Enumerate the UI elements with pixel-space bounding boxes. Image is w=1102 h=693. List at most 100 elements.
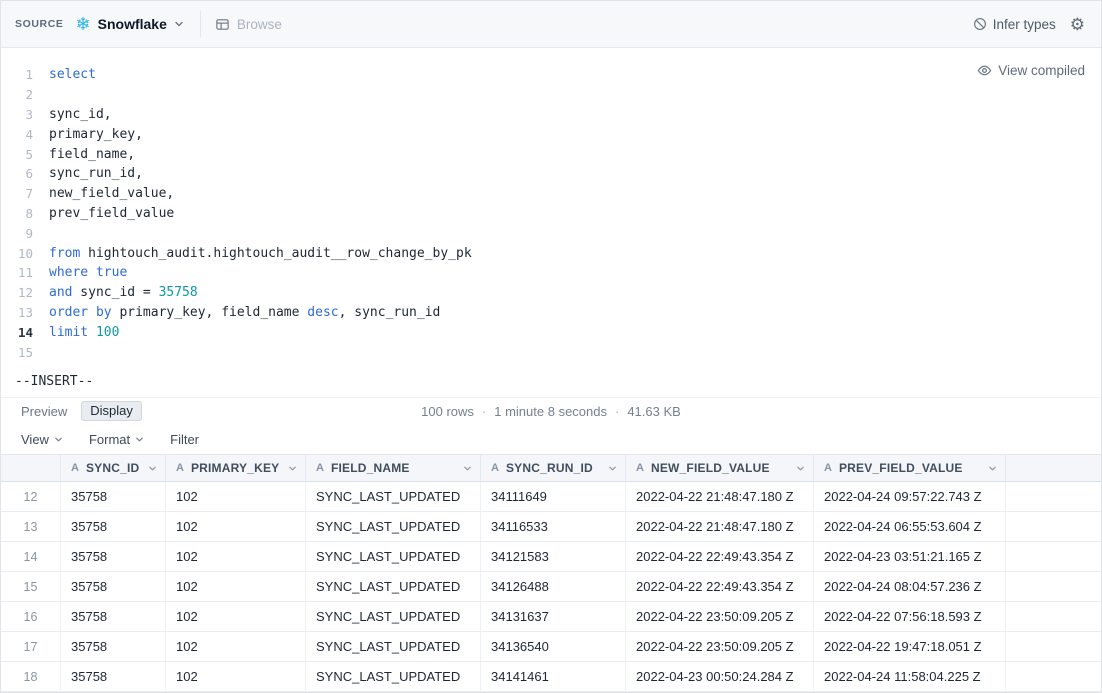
code-line[interactable]: 13order by primary_key, field_name desc,…: [1, 303, 1101, 323]
table-cell[interactable]: 34131637: [481, 602, 626, 631]
filter-button[interactable]: Filter: [170, 432, 199, 447]
code-text: new_field_value,: [33, 186, 174, 201]
table-cell[interactable]: 35758: [61, 542, 166, 571]
table-cell[interactable]: 2022-04-24 06:55:53.604 Z: [814, 512, 1006, 541]
chevron-down-icon[interactable]: [463, 464, 472, 473]
table-cell[interactable]: SYNC_LAST_UPDATED: [306, 602, 481, 631]
column-header-primary_key[interactable]: APRIMARY_KEY: [166, 455, 306, 481]
table-cell[interactable]: 2022-04-22 21:48:47.180 Z: [626, 482, 814, 511]
string-type-icon: A: [636, 462, 644, 474]
table-row[interactable]: 1635758102SYNC_LAST_UPDATED341316372022-…: [1, 602, 1101, 632]
code-line[interactable]: 9: [1, 223, 1101, 243]
table-cell[interactable]: 34136540: [481, 632, 626, 661]
column-header-field_name[interactable]: AFIELD_NAME: [306, 455, 481, 481]
table-cell[interactable]: 102: [166, 482, 306, 511]
table-cell[interactable]: 34116533: [481, 512, 626, 541]
chevron-down-icon[interactable]: [148, 464, 157, 473]
infer-types-button[interactable]: Infer types: [973, 17, 1056, 32]
table-row[interactable]: 1735758102SYNC_LAST_UPDATED341365402022-…: [1, 632, 1101, 662]
table-row[interactable]: 1235758102SYNC_LAST_UPDATED341116492022-…: [1, 482, 1101, 512]
table-cell[interactable]: 34121583: [481, 542, 626, 571]
code-line[interactable]: 1select: [1, 65, 1101, 85]
gear-icon[interactable]: ⚙: [1070, 16, 1085, 33]
tab-display[interactable]: Display: [81, 401, 142, 421]
table-cell[interactable]: 2022-04-22 23:50:09.205 Z: [626, 602, 814, 631]
table-cell[interactable]: 2022-04-22 23:50:09.205 Z: [626, 632, 814, 661]
code-token: [88, 325, 96, 340]
table-cell[interactable]: 35758: [61, 572, 166, 601]
chevron-down-icon[interactable]: [608, 464, 617, 473]
table-cell[interactable]: 2022-04-24 08:04:57.236 Z: [814, 572, 1006, 601]
chevron-down-icon[interactable]: [288, 464, 297, 473]
table-cell[interactable]: 35758: [61, 602, 166, 631]
browse-icon: [215, 17, 230, 32]
code-line[interactable]: 3sync_id,: [1, 105, 1101, 125]
table-cell[interactable]: 2022-04-22 19:47:18.051 Z: [814, 632, 1006, 661]
code-line[interactable]: 5field_name,: [1, 144, 1101, 164]
table-cell[interactable]: SYNC_LAST_UPDATED: [306, 482, 481, 511]
eye-icon: [977, 63, 992, 78]
column-header-sync_id[interactable]: ASYNC_ID: [61, 455, 166, 481]
table-row[interactable]: 1835758102SYNC_LAST_UPDATED341414612022-…: [1, 662, 1101, 692]
view-menu-button[interactable]: View: [21, 432, 63, 447]
table-cell[interactable]: 2022-04-24 09:57:22.743 Z: [814, 482, 1006, 511]
table-cell[interactable]: SYNC_LAST_UPDATED: [306, 632, 481, 661]
view-compiled-button[interactable]: View compiled: [977, 63, 1085, 78]
chevron-down-icon[interactable]: [988, 464, 997, 473]
format-menu-button[interactable]: Format: [89, 432, 144, 447]
row-filler: [1006, 542, 1101, 571]
table-cell[interactable]: 2022-04-24 11:58:04.225 Z: [814, 662, 1006, 691]
table-cell[interactable]: 102: [166, 512, 306, 541]
code-token: , sync_run_id: [339, 305, 441, 320]
code-line[interactable]: 12and sync_id = 35758: [1, 283, 1101, 303]
table-cell[interactable]: SYNC_LAST_UPDATED: [306, 572, 481, 601]
column-header-prev_field_value[interactable]: APREV_FIELD_VALUE: [814, 455, 1006, 481]
table-row[interactable]: 1335758102SYNC_LAST_UPDATED341165332022-…: [1, 512, 1101, 542]
table-cell[interactable]: 35758: [61, 632, 166, 661]
column-header-new_field_value[interactable]: A NEW_FIELD_VALUE: [626, 455, 814, 481]
code-line[interactable]: 2: [1, 85, 1101, 105]
table-cell[interactable]: 35758: [61, 662, 166, 691]
table-cell[interactable]: 102: [166, 572, 306, 601]
table-cell[interactable]: 102: [166, 542, 306, 571]
line-number: 8: [1, 206, 33, 221]
table-cell[interactable]: 34111649: [481, 482, 626, 511]
table-cell[interactable]: 2022-04-22 22:49:43.354 Z: [626, 542, 814, 571]
code-line[interactable]: 8prev_field_value: [1, 204, 1101, 224]
code-token: from: [49, 246, 80, 261]
column-name: NEW_FIELD_VALUE: [651, 461, 770, 475]
code-line[interactable]: 4primary_key,: [1, 124, 1101, 144]
table-cell[interactable]: 2022-04-23 00:50:24.284 Z: [626, 662, 814, 691]
table-cell[interactable]: 2022-04-22 22:49:43.354 Z: [626, 572, 814, 601]
code-line[interactable]: 14limit 100: [1, 322, 1101, 342]
code-line[interactable]: 7new_field_value,: [1, 184, 1101, 204]
chevron-down-icon[interactable]: [796, 464, 805, 473]
table-row[interactable]: 1435758102SYNC_LAST_UPDATED341215832022-…: [1, 542, 1101, 572]
table-cell[interactable]: 34126488: [481, 572, 626, 601]
code-line[interactable]: 10from hightouch_audit.hightouch_audit__…: [1, 243, 1101, 263]
table-cell[interactable]: 2022-04-22 07:56:18.593 Z: [814, 602, 1006, 631]
table-cell[interactable]: SYNC_LAST_UPDATED: [306, 662, 481, 691]
table-cell[interactable]: 35758: [61, 512, 166, 541]
string-type-icon: A: [491, 462, 499, 474]
divider: [200, 11, 201, 37]
table-cell[interactable]: SYNC_LAST_UPDATED: [306, 542, 481, 571]
code-line[interactable]: 6sync_run_id,: [1, 164, 1101, 184]
column-header-sync_run_id[interactable]: ASYNC_RUN_ID: [481, 455, 626, 481]
sql-editor[interactable]: 1select23sync_id,4primary_key,5field_nam…: [1, 48, 1101, 397]
tab-preview[interactable]: Preview: [21, 404, 67, 419]
column-name: PRIMARY_KEY: [191, 461, 279, 475]
code-line[interactable]: 11where true: [1, 263, 1101, 283]
table-cell[interactable]: 102: [166, 602, 306, 631]
table-cell[interactable]: 102: [166, 632, 306, 661]
table-cell[interactable]: 102: [166, 662, 306, 691]
table-cell[interactable]: 34141461: [481, 662, 626, 691]
table-cell[interactable]: 35758: [61, 482, 166, 511]
table-row[interactable]: 1535758102SYNC_LAST_UPDATED341264882022-…: [1, 572, 1101, 602]
table-cell[interactable]: SYNC_LAST_UPDATED: [306, 512, 481, 541]
code-line[interactable]: 15: [1, 342, 1101, 362]
source-picker-dropdown[interactable]: ❄ Snowflake: [76, 15, 184, 33]
table-cell[interactable]: 2022-04-22 21:48:47.180 Z: [626, 512, 814, 541]
table-cell[interactable]: 2022-04-23 03:51:21.165 Z: [814, 542, 1006, 571]
browse-button[interactable]: Browse: [215, 17, 282, 32]
